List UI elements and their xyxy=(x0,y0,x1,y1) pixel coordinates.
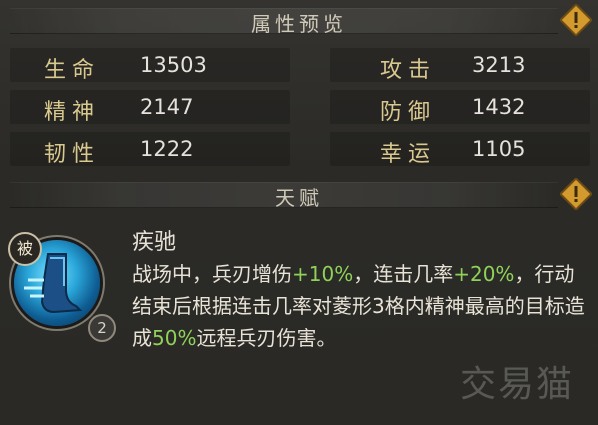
stat-band xyxy=(330,132,590,166)
desc-value-2: +20% xyxy=(453,262,515,286)
stat-row-2: 精神 2147 防御 1432 xyxy=(0,88,598,128)
stat-label-toughness: 韧性 xyxy=(44,142,101,167)
stat-value-hp: 13503 xyxy=(140,53,207,77)
stat-value-defense: 1432 xyxy=(472,95,526,119)
skill-level-badge: 2 xyxy=(88,314,116,342)
skill-description: 战场中，兵刃增伤+10%，连击几率+20%，行动结束后根据连击几率对菱形3格内精… xyxy=(132,258,590,354)
stat-label-spirit: 精神 xyxy=(44,100,101,125)
stat-row-1: 生命 13503 攻击 3213 xyxy=(0,46,598,86)
stat-label-defense: 防御 xyxy=(380,100,437,125)
skill-icon[interactable]: 被 2 xyxy=(8,230,116,342)
desc-value-1: +10% xyxy=(292,262,354,286)
stat-label-hp: 生命 xyxy=(44,58,101,83)
desc-text-1: 战场中，兵刃增伤 xyxy=(132,262,292,286)
attributes-header: 属性预览 xyxy=(0,2,598,36)
talent-section: 被 2 疾驰 战场中，兵刃增伤+10%，连击几率+20%，行动结束后根据连击几率… xyxy=(0,216,598,425)
stat-value-luck: 1105 xyxy=(472,137,526,161)
attributes-title: 属性预览 xyxy=(251,12,347,36)
attribute-panel: 属性预览 生命 13503 攻击 3213 精神 2147 防御 1432 韧性… xyxy=(0,0,598,425)
stat-band xyxy=(330,90,590,124)
warning-icon[interactable] xyxy=(560,178,592,210)
stat-value-toughness: 1222 xyxy=(140,137,194,161)
warning-icon[interactable] xyxy=(560,4,592,36)
passive-badge: 被 xyxy=(8,232,42,266)
skill-name: 疾驰 xyxy=(132,230,177,255)
stat-label-attack: 攻击 xyxy=(380,58,437,83)
stat-row-3: 韧性 1222 幸运 1105 xyxy=(0,130,598,170)
desc-text-2: ，连击几率 xyxy=(353,262,454,286)
talent-title: 天赋 xyxy=(275,186,323,210)
watermark: 交易猫 xyxy=(459,364,574,405)
stat-value-spirit: 2147 xyxy=(140,95,194,119)
desc-value-3: 50% xyxy=(152,326,197,350)
desc-text-4: 远程兵刃伤害。 xyxy=(196,326,337,350)
talent-header: 天赋 xyxy=(0,176,598,210)
stat-label-luck: 幸运 xyxy=(380,142,437,167)
stat-band xyxy=(330,48,590,82)
stat-value-attack: 3213 xyxy=(472,53,526,77)
